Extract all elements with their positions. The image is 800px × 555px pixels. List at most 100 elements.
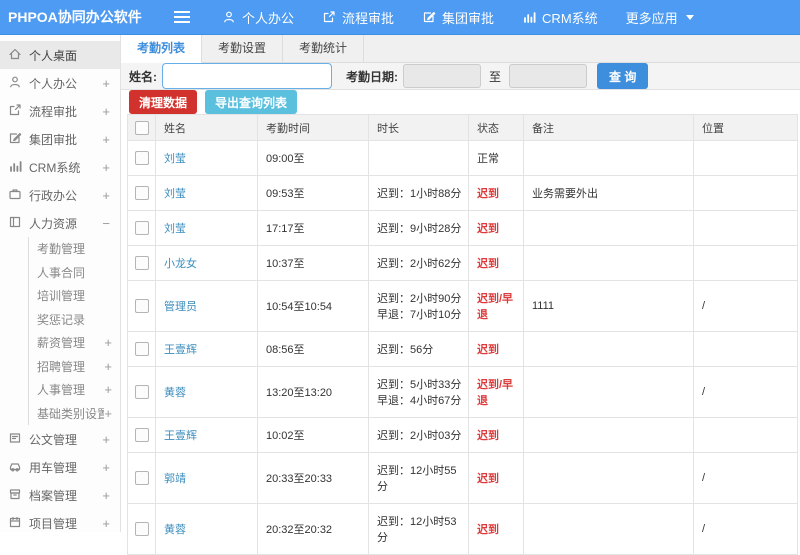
row-checkbox[interactable] <box>134 186 149 200</box>
table-row: 刘莹 09:53至 迟到：1小时88分 迟到 业务需要外出 <box>127 175 798 211</box>
row-checkbox[interactable] <box>134 471 149 485</box>
row-checkbox[interactable] <box>134 299 149 313</box>
name-cell: 黄蓉 <box>155 366 258 418</box>
nav-item-label: 个人办公 <box>242 10 295 26</box>
sidebar-item-group-approval[interactable]: 集团审批 + <box>0 125 120 153</box>
tab-bar: 考勤列表 考勤设置 考勤统计 <box>121 35 800 63</box>
sidebar-item-reward-record[interactable]: 奖惩记录 <box>28 307 120 331</box>
duration-cell: 迟到：12小时53分 <box>368 503 469 555</box>
duration-cell: 迟到：2小时62分 <box>368 245 469 281</box>
expand-icon: + <box>102 75 110 91</box>
name-input[interactable] <box>162 63 332 89</box>
sidebar-item-document-mgmt[interactable]: 公文管理 + <box>0 425 120 453</box>
employee-name-link[interactable]: 刘莹 <box>164 153 186 165</box>
book-icon <box>8 215 22 232</box>
nav-item-workflow-approval[interactable]: 流程审批 <box>322 8 394 27</box>
hamburger-icon <box>174 11 190 23</box>
nav-item-more-apps[interactable]: 更多应用 <box>626 8 694 27</box>
calendar-icon <box>8 515 22 532</box>
remark-cell: 1111 <box>523 280 694 332</box>
column-header: 状态 <box>468 114 524 141</box>
sidebar-item-attendance-mgmt[interactable]: 考勤管理 <box>28 237 120 261</box>
export-list-button[interactable]: 导出查询列表 <box>205 90 298 114</box>
location-cell <box>693 210 798 246</box>
employee-name-link[interactable]: 黄蓉 <box>164 387 186 399</box>
date-label: 考勤日期: <box>346 69 398 84</box>
select-all-checkbox[interactable] <box>134 120 149 135</box>
remark-cell <box>523 452 694 504</box>
tab-attendance-settings[interactable]: 考勤设置 <box>202 35 284 62</box>
sidebar-item-label: 培训管理 <box>37 289 86 304</box>
sidebar-item-hr-contract[interactable]: 人事合同 <box>28 260 120 284</box>
sidebar-item-salary-mgmt[interactable]: 薪资管理 + <box>28 331 120 355</box>
row-checkbox[interactable] <box>134 342 149 356</box>
row-checkbox[interactable] <box>134 256 149 270</box>
table-row: 黄蓉 13:20至13:20 迟到：5小时33分 早退：4小时67分 迟到/早退 / <box>127 366 798 418</box>
time-cell: 08:56至 <box>257 331 369 367</box>
table-row: 刘莹 09:00至 正常 <box>127 140 798 176</box>
date-to-input[interactable] <box>509 64 588 88</box>
sidebar-item-label: 奖惩记录 <box>37 312 86 327</box>
expand-icon: + <box>102 103 110 119</box>
row-checkbox[interactable] <box>134 151 149 165</box>
table-body: 刘莹 09:00至 正常 刘莹 09:53至 迟到：1小时88分 迟到 业务需要外出 刘莹 17:… <box>127 140 798 555</box>
location-cell <box>693 175 798 211</box>
employee-name-link[interactable]: 小龙女 <box>164 258 197 270</box>
row-checkbox-cell <box>127 417 156 453</box>
sidebar-item-project-mgmt[interactable]: 项目管理 + <box>0 509 120 532</box>
employee-name-link[interactable]: 刘莹 <box>164 223 186 235</box>
row-checkbox-cell <box>127 245 156 281</box>
flow-icon <box>322 10 336 24</box>
date-from-input[interactable] <box>403 64 481 88</box>
sidebar-item-hr[interactable]: 人力资源 − <box>0 209 120 237</box>
tab-attendance-list[interactable]: 考勤列表 <box>121 35 203 63</box>
sidebar-item-training-mgmt[interactable]: 培训管理 <box>28 284 120 308</box>
nav-item-crm[interactable]: CRM系统 <box>522 8 598 27</box>
row-checkbox[interactable] <box>134 428 149 442</box>
sidebar-item-label: 个人桌面 <box>29 48 78 63</box>
employee-name-link[interactable]: 王壹辉 <box>164 344 197 356</box>
expand-icon: + <box>102 187 110 203</box>
sidebar-item-personal-office[interactable]: 个人办公 + <box>0 69 120 97</box>
query-button[interactable]: 查 询 <box>597 63 649 89</box>
time-cell: 20:32至20:32 <box>257 503 369 555</box>
sidebar-item-personnel-mgmt[interactable]: 人事管理 + <box>28 378 120 402</box>
sidebar-item-recruit-mgmt[interactable]: 招聘管理 + <box>28 354 120 378</box>
status-cell: 迟到 <box>468 245 524 281</box>
remark-cell: 业务需要外出 <box>523 175 694 211</box>
sidebar-item-label: 人力资源 <box>29 216 78 231</box>
menu-toggle-button[interactable] <box>160 11 200 23</box>
employee-name-link[interactable]: 郭靖 <box>164 473 186 485</box>
sidebar-item-desktop[interactable]: 个人桌面 <box>0 41 120 69</box>
sidebar-item-crm[interactable]: CRM系统 + <box>0 153 120 181</box>
nav-item-group-approval[interactable]: 集团审批 <box>422 8 494 27</box>
remark-cell <box>523 245 694 281</box>
table-row: 小龙女 10:37至 迟到：2小时62分 迟到 <box>127 245 798 281</box>
row-checkbox-cell <box>127 366 156 418</box>
sidebar-item-admin-office[interactable]: 行政办公 + <box>0 181 120 209</box>
nav-item-label: 流程审批 <box>342 10 395 26</box>
sidebar-item-vehicle-mgmt[interactable]: 用车管理 + <box>0 453 120 481</box>
expand-icon: + <box>102 159 110 175</box>
row-checkbox[interactable] <box>134 385 149 399</box>
sidebar-item-archive-mgmt[interactable]: 档案管理 + <box>0 481 120 509</box>
row-checkbox[interactable] <box>134 221 149 235</box>
employee-name-link[interactable]: 刘莹 <box>164 188 186 200</box>
clean-data-button[interactable]: 清理数据 <box>129 90 198 114</box>
row-checkbox-cell <box>127 280 156 332</box>
duration-cell: 迟到：9小时28分 <box>368 210 469 246</box>
name-cell: 刘莹 <box>155 140 258 176</box>
row-checkbox[interactable] <box>134 522 149 536</box>
sidebar-item-workflow-approval[interactable]: 流程审批 + <box>0 97 120 125</box>
employee-name-link[interactable]: 管理员 <box>164 301 197 313</box>
employee-name-link[interactable]: 黄蓉 <box>164 524 186 536</box>
sidebar-item-base-category[interactable]: 基础类别设置 + <box>28 401 120 425</box>
nav-item-personal-office[interactable]: 个人办公 <box>222 8 294 27</box>
row-checkbox-cell <box>127 210 156 246</box>
tab-attendance-stats[interactable]: 考勤统计 <box>283 35 365 62</box>
expand-icon: + <box>102 459 110 475</box>
employee-name-link[interactable]: 王壹辉 <box>164 430 197 442</box>
status-badge: 迟到 <box>477 223 499 235</box>
edit-icon <box>8 131 22 148</box>
time-cell: 10:02至 <box>257 417 369 453</box>
